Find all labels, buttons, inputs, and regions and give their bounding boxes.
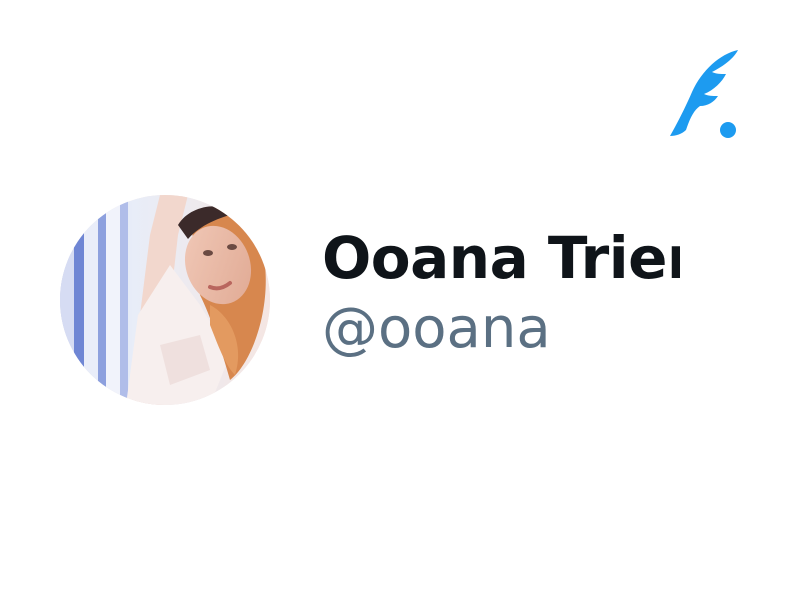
profile-header: Ooana Trier @ooana [60,195,690,405]
quill-logo-icon [668,48,740,140]
display-name[interactable]: Ooana Trier [322,223,680,293]
profile-card-canvas: Ooana Trier @ooana [0,0,800,600]
identity-block: Ooana Trier @ooana [322,223,680,383]
username-handle[interactable]: @ooana [322,293,680,365]
avatar[interactable] [60,195,270,405]
